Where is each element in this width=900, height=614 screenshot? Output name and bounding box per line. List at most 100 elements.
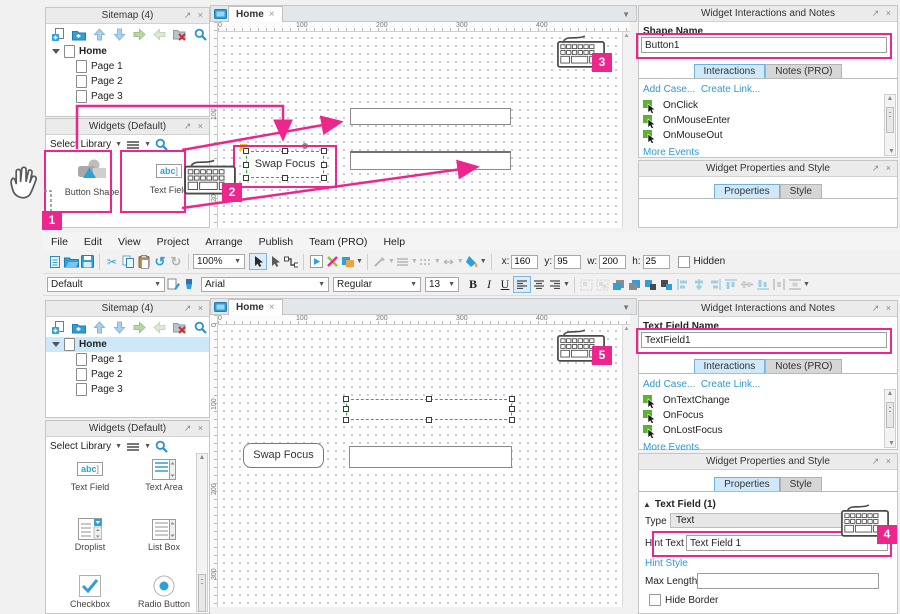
paste-icon[interactable] <box>136 254 152 269</box>
move-up-icon[interactable] <box>93 28 106 41</box>
new-file-icon[interactable] <box>47 254 63 269</box>
menu-team[interactable]: Team (PRO) <box>301 236 375 248</box>
search-icon[interactable] <box>155 138 168 151</box>
tab-properties[interactable]: Properties <box>714 184 780 198</box>
bring-forward-icon[interactable] <box>643 277 659 292</box>
distribute-vertical-icon[interactable] <box>787 277 803 292</box>
menu-view[interactable]: View <box>110 236 149 248</box>
library-menu-icon[interactable] <box>126 442 140 452</box>
chevron-down-icon[interactable]: ▼ <box>480 258 487 265</box>
selection-handle[interactable] <box>343 406 349 412</box>
close-tab-icon[interactable]: × <box>269 302 275 313</box>
format-painter-icon[interactable] <box>165 277 181 292</box>
selection-handle[interactable] <box>509 406 515 412</box>
event-ontextchange[interactable]: OnTextChange <box>639 393 897 408</box>
send-to-back-icon[interactable] <box>627 277 643 292</box>
canvas-tab-home[interactable]: Home× <box>228 299 283 316</box>
widget-droplist[interactable]: Droplist <box>60 516 120 552</box>
widget-list-box[interactable]: List Box <box>134 516 194 552</box>
hide-border-checkbox[interactable] <box>649 594 661 606</box>
hint-style-link[interactable]: Hint Style <box>645 558 688 569</box>
selection-handle[interactable] <box>509 396 515 402</box>
selection-handle[interactable] <box>343 417 349 423</box>
align-objects-middle-icon[interactable] <box>739 277 755 292</box>
selection-handle[interactable] <box>509 417 515 423</box>
selection-handle[interactable] <box>343 396 349 402</box>
align-objects-center-icon[interactable] <box>691 277 707 292</box>
send-backward-icon[interactable] <box>659 277 675 292</box>
search-icon[interactable] <box>155 440 168 453</box>
text-field-widget-1[interactable] <box>350 108 511 125</box>
shape-name-input[interactable] <box>641 37 887 53</box>
x-input[interactable] <box>511 255 538 269</box>
panel-header-buttons[interactable]: ↗ × <box>872 301 893 316</box>
sitemap-item-page1[interactable]: Page 1 <box>46 352 209 367</box>
hidden-checkbox[interactable] <box>678 256 690 268</box>
select-contained-tool[interactable] <box>267 254 283 269</box>
panel-header-buttons[interactable]: ↗ × <box>184 119 205 134</box>
selection-handle[interactable] <box>243 162 249 168</box>
redo-icon[interactable]: ↻ <box>168 254 184 269</box>
events-scrollbar[interactable]: ▲▼ <box>884 389 896 448</box>
create-link-link[interactable]: Create Link... <box>701 84 760 95</box>
search-icon[interactable] <box>194 321 207 334</box>
menu-edit[interactable]: Edit <box>76 236 110 248</box>
event-onmouseenter[interactable]: OnMouseEnter <box>639 113 897 128</box>
tab-properties[interactable]: Properties <box>714 477 780 491</box>
text-field-widget[interactable] <box>349 446 512 468</box>
selection-handle[interactable] <box>321 175 327 181</box>
text-field-widget-2[interactable] <box>350 151 511 170</box>
bring-to-front-icon[interactable] <box>611 277 627 292</box>
chevron-down-icon[interactable]: ▼ <box>411 258 418 265</box>
section-collapse-icon[interactable]: ▲ <box>643 500 651 509</box>
tab-style[interactable]: Style <box>780 184 822 198</box>
canvas-tab-home[interactable]: Home× <box>228 6 283 23</box>
sitemap-item-page3[interactable]: Page 3 <box>46 89 209 104</box>
add-folder-icon[interactable] <box>72 321 86 334</box>
undo-icon[interactable]: ↺ <box>152 254 168 269</box>
border-style-icon[interactable] <box>372 254 388 269</box>
sitemap-item-home-selected[interactable]: Home <box>46 337 209 352</box>
close-tab-icon[interactable]: × <box>269 9 275 20</box>
delete-page-icon[interactable] <box>173 321 187 334</box>
style-preset-select[interactable]: Default▼ <box>47 277 165 292</box>
align-objects-right-icon[interactable] <box>707 277 723 292</box>
select-library-dropdown[interactable]: Select Library <box>50 139 111 150</box>
tab-style[interactable]: Style <box>780 477 822 491</box>
selection-handle[interactable] <box>282 148 288 154</box>
panel-header-buttons[interactable]: ↗ × <box>872 454 893 469</box>
widget-button-shape[interactable]: Button Shape <box>62 157 122 197</box>
menu-publish[interactable]: Publish <box>251 236 301 248</box>
event-onclick[interactable]: OnClick <box>639 98 897 113</box>
widget-text-area[interactable]: Text Area <box>134 456 194 492</box>
canvas-vscroll-bottom[interactable]: ▲ <box>622 325 630 607</box>
sitemap-item-home[interactable]: Home <box>46 44 209 59</box>
arrow-style-icon[interactable] <box>441 254 457 269</box>
font-family-select[interactable]: Arial▼ <box>201 277 329 292</box>
panel-header-buttons[interactable]: ↗ × <box>184 8 205 23</box>
selection-handle[interactable] <box>321 162 327 168</box>
tab-list-dropdown-icon[interactable]: ▼ <box>622 303 630 312</box>
menu-file[interactable]: File <box>43 236 76 248</box>
indent-left-icon[interactable] <box>153 321 166 334</box>
copy-icon[interactable] <box>120 254 136 269</box>
publish-icon[interactable] <box>340 254 356 269</box>
move-down-icon[interactable] <box>113 28 126 41</box>
underline-button[interactable]: U <box>497 277 513 292</box>
more-events-link[interactable]: More Events <box>643 147 897 158</box>
canvas-vscroll-top[interactable]: ▲ <box>622 32 630 228</box>
sitemap-item-page2[interactable]: Page 2 <box>46 367 209 382</box>
sitemap-item-page3[interactable]: Page 3 <box>46 382 209 397</box>
brush-icon[interactable] <box>181 277 197 292</box>
search-icon[interactable] <box>194 28 207 41</box>
connector-tool[interactable] <box>283 254 299 269</box>
panel-header-buttons[interactable]: ↗ × <box>872 6 893 21</box>
add-case-link[interactable]: Add Case... <box>643 379 695 390</box>
tab-interactions[interactable]: Interactions <box>694 64 766 78</box>
select-library-dropdown[interactable]: Select Library <box>50 441 111 452</box>
w-input[interactable] <box>599 255 626 269</box>
align-right-button[interactable] <box>547 277 563 292</box>
add-folder-icon[interactable] <box>72 28 86 41</box>
indent-right-icon[interactable] <box>133 321 146 334</box>
open-file-icon[interactable] <box>63 254 79 269</box>
